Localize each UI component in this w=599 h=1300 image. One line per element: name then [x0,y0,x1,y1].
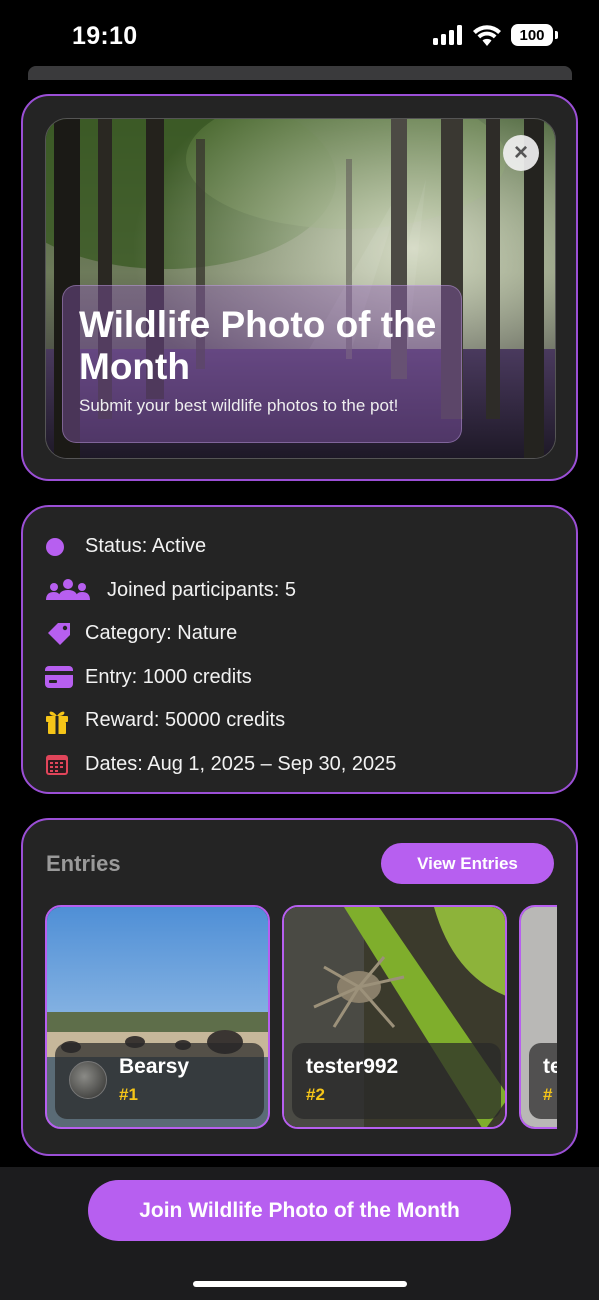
calendar-icon [45,749,75,779]
entries-carousel[interactable]: Bearsy #1 tester992 #2 t # [45,905,557,1129]
entries-title: Entries [46,851,121,876]
entry-username: tester992 [306,1055,399,1078]
signal-icon [433,25,462,45]
sheet-grabber[interactable] [28,66,572,80]
info-dates: Dates: Aug 1, 2025 – Sep 30, 2025 [45,743,554,787]
status-dot-icon [45,532,75,562]
hero-card: × Wildlife Photo of the Month Submit you… [21,94,578,481]
close-button[interactable]: × [503,135,539,171]
wifi-icon [473,24,501,46]
entry-text: Entry: 1000 credits [85,665,252,688]
entry-rank: #2 [306,1085,325,1104]
entry-info: tester992 #2 [292,1043,501,1119]
credit-card-icon [45,662,75,692]
close-icon: × [513,139,528,166]
info-status: Status: Active [45,525,554,569]
users-icon [45,575,93,605]
info-card: Status: Active Joined participants: 5 Ca… [21,505,578,794]
tag-icon [45,619,75,649]
entries-card: Entries View Entries Bearsy #1 tester992… [21,818,578,1156]
info-category: Category: Nature [45,612,554,656]
entry-card[interactable]: tester992 #2 [282,905,507,1129]
info-participants: Joined participants: 5 [45,569,554,613]
entry-username: Bearsy [119,1055,190,1078]
avatar [69,1061,107,1099]
status-bar: 19:10 100 [0,0,599,66]
dates-text: Dates: Aug 1, 2025 – Sep 30, 2025 [85,752,397,775]
category-text: Category: Nature [85,622,238,645]
status-icons: 100 [433,24,558,46]
status-text: Status: Active [85,535,207,558]
info-reward: Reward: 50000 credits [45,699,554,743]
entry-rank: # [543,1085,553,1104]
join-button[interactable]: Join Wildlife Photo of the Month [88,1180,511,1241]
entry-username: te [543,1055,557,1078]
entry-info: te # [529,1043,557,1119]
entry-card[interactable]: Bearsy #1 [45,905,270,1129]
view-entries-button[interactable]: View Entries [381,843,554,884]
status-time: 19:10 [72,22,138,50]
hero-subtitle: Submit your best wildlife photos to the … [79,396,399,415]
entry-info: Bearsy #1 [55,1043,264,1119]
entry-card[interactable]: te # [519,905,557,1129]
battery-level: 100 [519,26,545,44]
hero-title: Wildlife Photo of the Month [79,304,437,387]
entry-rank: #1 [119,1085,138,1104]
participants-text: Joined participants: 5 [107,578,297,601]
gift-icon [45,706,75,736]
hero-forest-image: × Wildlife Photo of the Month Submit you… [45,118,556,459]
battery-icon: 100 [511,24,558,46]
home-indicator[interactable] [193,1281,407,1287]
info-entry: Entry: 1000 credits [45,656,554,700]
bottom-bar: Join Wildlife Photo of the Month [0,1167,599,1300]
hero-overlay: Wildlife Photo of the Month Submit your … [62,285,462,443]
reward-text: Reward: 50000 credits [85,709,286,732]
